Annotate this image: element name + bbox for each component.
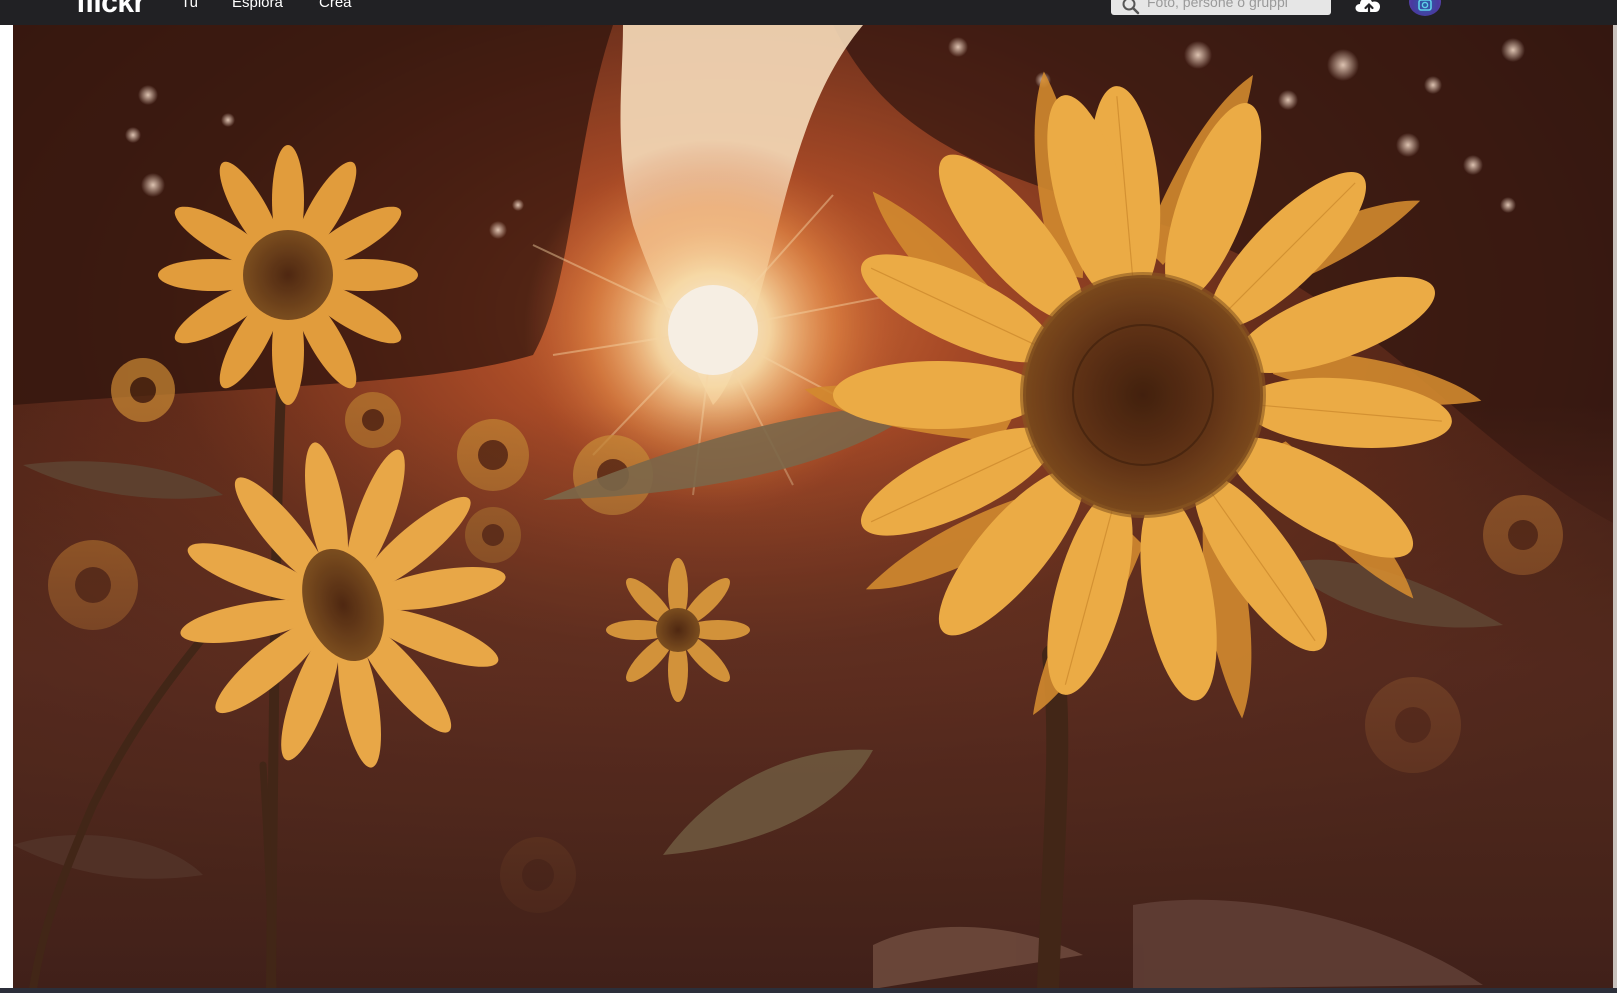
bottom-strip: [0, 988, 1617, 993]
scroll-edge: [1613, 25, 1617, 989]
top-navigation-bar: flickr Tu Esplora Crea: [0, 0, 1617, 25]
nav-link-you[interactable]: Tu: [181, 0, 198, 11]
nav-link-create[interactable]: Crea: [319, 0, 352, 11]
search-icon[interactable]: [1121, 0, 1141, 16]
sunflower-photo: [13, 25, 1617, 989]
upload-cloud-icon[interactable]: [1352, 0, 1386, 16]
search-input[interactable]: [1145, 0, 1329, 14]
flickr-logo[interactable]: flickr: [76, 0, 145, 20]
search-box[interactable]: [1111, 0, 1331, 15]
nav-link-explore[interactable]: Esplora: [232, 0, 283, 11]
avatar-image: [1418, 0, 1432, 11]
avatar[interactable]: [1409, 0, 1441, 16]
photo-viewer[interactable]: [13, 25, 1617, 989]
